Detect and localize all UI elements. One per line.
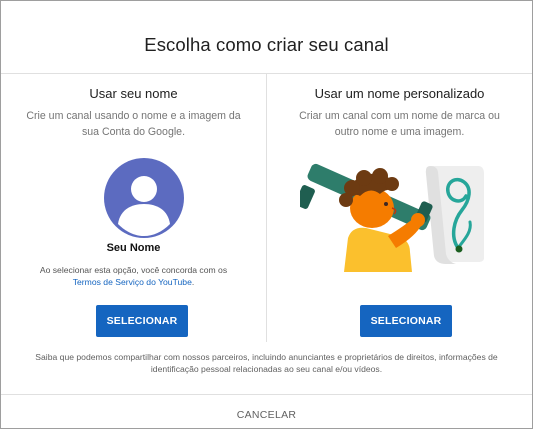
- footer-divider: [1, 394, 532, 395]
- create-channel-dialog: Escolha como criar seu canal Usar seu no…: [0, 0, 533, 429]
- cancel-button[interactable]: CANCELAR: [1, 409, 532, 421]
- terms-consent-text: Ao selecionar esta opção, você concorda …: [9, 264, 258, 288]
- custom-name-option: Usar um nome personalizado Criar um cana…: [267, 74, 532, 344]
- use-your-name-description: Crie um canal usando o nome e a imagem d…: [26, 110, 241, 138]
- use-your-name-heading: Usar seu nome: [89, 86, 178, 101]
- custom-name-heading: Usar um nome personalizado: [314, 86, 485, 101]
- avatar-icon: [104, 158, 184, 238]
- select-your-name-button[interactable]: SELECIONAR: [96, 305, 188, 337]
- custom-name-description: Criar um canal com um nome de marca ou o…: [299, 110, 500, 138]
- use-your-name-option: Usar seu nome Crie um canal usando o nom…: [1, 74, 266, 344]
- custom-channel-illustration: [300, 163, 484, 272]
- dialog-title: Escolha como criar seu canal: [144, 34, 389, 55]
- consent-prefix: Ao selecionar esta opção, você concorda …: [39, 265, 228, 275]
- data-sharing-disclaimer: Saiba que podemos compartilhar com nosso…: [35, 352, 498, 374]
- select-custom-name-button[interactable]: SELECIONAR: [360, 305, 452, 337]
- consent-suffix: .: [191, 277, 195, 287]
- account-name: Seu Nome: [106, 242, 161, 254]
- terms-of-service-link[interactable]: Termos de Serviço do YouTube: [73, 277, 192, 287]
